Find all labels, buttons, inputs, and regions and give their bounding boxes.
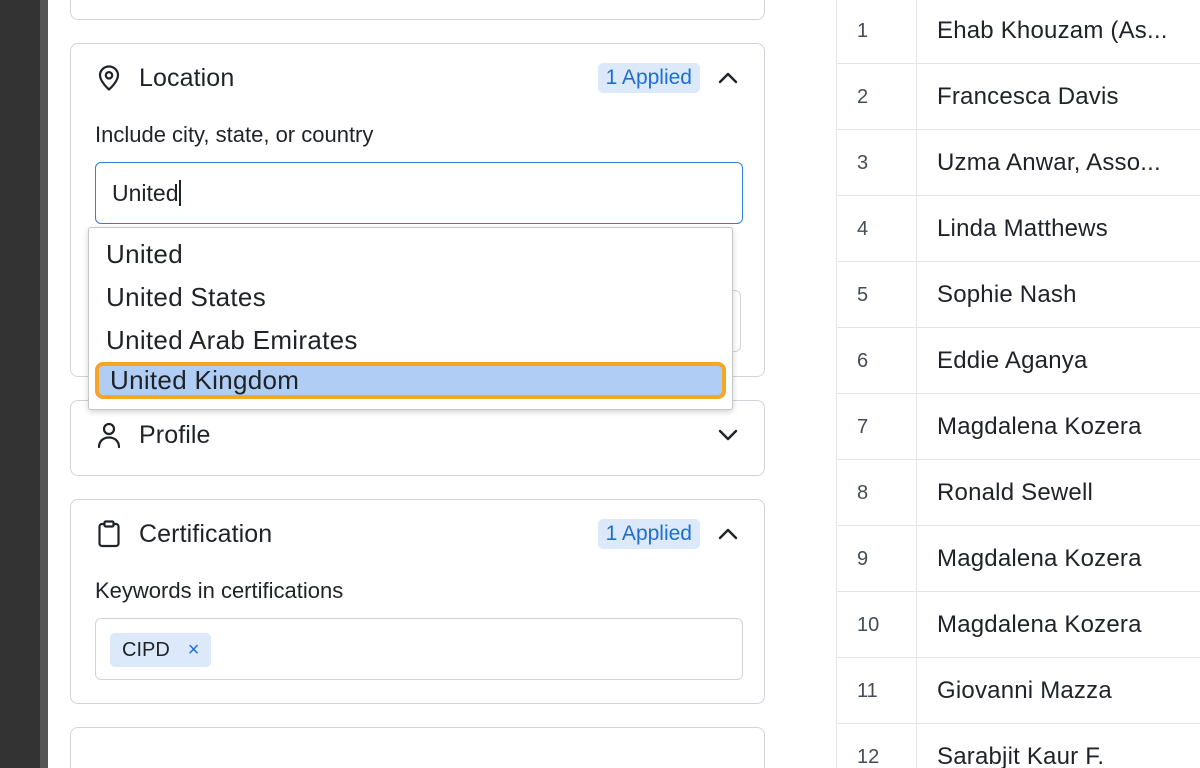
table-row[interactable]: 1 Ehab Khouzam (As...: [837, 0, 1200, 64]
table-row[interactable]: 4 Linda Matthews: [837, 196, 1200, 262]
row-number: 11: [837, 658, 917, 724]
filter-card-next: [70, 727, 765, 768]
suggestion-option[interactable]: United Arab Emirates: [89, 319, 732, 362]
suggestion-option[interactable]: United States: [89, 276, 732, 319]
candidate-name[interactable]: Linda Matthews: [937, 196, 1200, 262]
filter-card-previous: [70, 0, 765, 20]
candidate-name[interactable]: Uzma Anwar, Asso...: [937, 130, 1200, 196]
text-caret: [179, 180, 181, 206]
certification-keyword-input[interactable]: CIPD ×: [95, 618, 743, 680]
location-applied-badge: 1 Applied: [597, 63, 700, 93]
certification-card-header[interactable]: Certification 1 Applied: [95, 518, 740, 550]
table-row[interactable]: 8 Ronald Sewell: [837, 460, 1200, 526]
candidate-name[interactable]: Magdalena Kozera: [937, 526, 1200, 592]
results-table: 1 Ehab Khouzam (As... 2 Francesca Davis 3U…: [836, 0, 1200, 768]
location-search-input[interactable]: United: [95, 162, 743, 224]
keyword-chip: CIPD ×: [110, 633, 212, 667]
table-row[interactable]: 9 Magdalena Kozera: [837, 526, 1200, 592]
table-row[interactable]: 7 Magdalena Kozera: [837, 394, 1200, 460]
row-number: 10: [837, 592, 917, 658]
certification-card-title: Certification: [139, 519, 273, 548]
candidate-name[interactable]: Ehab Khouzam (As...: [937, 0, 1200, 64]
table-row[interactable]: 3 Uzma Anwar, Asso...: [837, 130, 1200, 196]
profile-card-header[interactable]: Profile: [95, 419, 740, 451]
profile-card-title: Profile: [139, 420, 211, 449]
candidate-name[interactable]: Sarabjit Kaur F.: [937, 724, 1200, 768]
row-number: 6: [837, 328, 917, 394]
location-suggestions-dropdown: United United States United Arab Emirate…: [88, 227, 733, 410]
certification-field-label: Keywords in certifications: [95, 578, 344, 603]
certification-filter-card: Certification 1 Applied Keywords in cert…: [70, 499, 765, 704]
left-rail: [0, 0, 48, 768]
row-number: 1: [837, 0, 917, 64]
location-field-label: Include city, state, or country: [95, 122, 374, 147]
profile-filter-card: Profile: [70, 400, 765, 476]
candidate-name[interactable]: Sophie Nash: [937, 262, 1200, 328]
row-number: 8: [837, 460, 917, 526]
row-number: 12: [837, 724, 917, 768]
candidate-name[interactable]: Eddie Aganya: [937, 328, 1200, 394]
candidate-name[interactable]: Giovanni Mazza: [937, 658, 1200, 724]
map-pin-icon: [95, 64, 123, 92]
chevron-down-icon[interactable]: [716, 423, 740, 447]
row-number: 5: [837, 262, 917, 328]
table-row[interactable]: 2 Francesca Davis: [837, 64, 1200, 130]
row-number: 7: [837, 394, 917, 460]
candidate-name[interactable]: Magdalena Kozera: [937, 394, 1200, 460]
chevron-up-icon[interactable]: [716, 66, 740, 90]
location-card-title: Location: [139, 63, 235, 92]
chip-label: CIPD: [122, 638, 170, 661]
left-rail-edge: [40, 0, 48, 768]
row-number: 4: [837, 196, 917, 262]
row-number: 2: [837, 64, 917, 130]
suggestion-option-highlighted[interactable]: United Kingdom: [95, 362, 726, 399]
chevron-up-icon[interactable]: [716, 522, 740, 546]
close-icon[interactable]: ×: [188, 639, 200, 662]
location-card-header[interactable]: Location 1 Applied: [95, 62, 740, 94]
suggestion-option[interactable]: United: [89, 233, 732, 276]
candidate-name[interactable]: Francesca Davis: [937, 64, 1200, 130]
certification-applied-badge: 1 Applied: [597, 519, 700, 549]
candidate-name[interactable]: Magdalena Kozera: [937, 592, 1200, 658]
clipboard-icon: [95, 520, 123, 548]
row-number: 9: [837, 526, 917, 592]
table-row[interactable]: 5 Sophie Nash: [837, 262, 1200, 328]
table-row[interactable]: 11 Giovanni Mazza: [837, 658, 1200, 724]
table-row[interactable]: 10 Magdalena Kozera: [837, 592, 1200, 658]
table-row[interactable]: 6 Eddie Aganya: [837, 328, 1200, 394]
location-input-value: United: [112, 179, 179, 206]
user-icon: [95, 421, 123, 449]
table-row[interactable]: 12 Sarabjit Kaur F.: [837, 724, 1200, 768]
row-number: 3: [837, 130, 917, 196]
candidate-name[interactable]: Ronald Sewell: [937, 460, 1200, 526]
